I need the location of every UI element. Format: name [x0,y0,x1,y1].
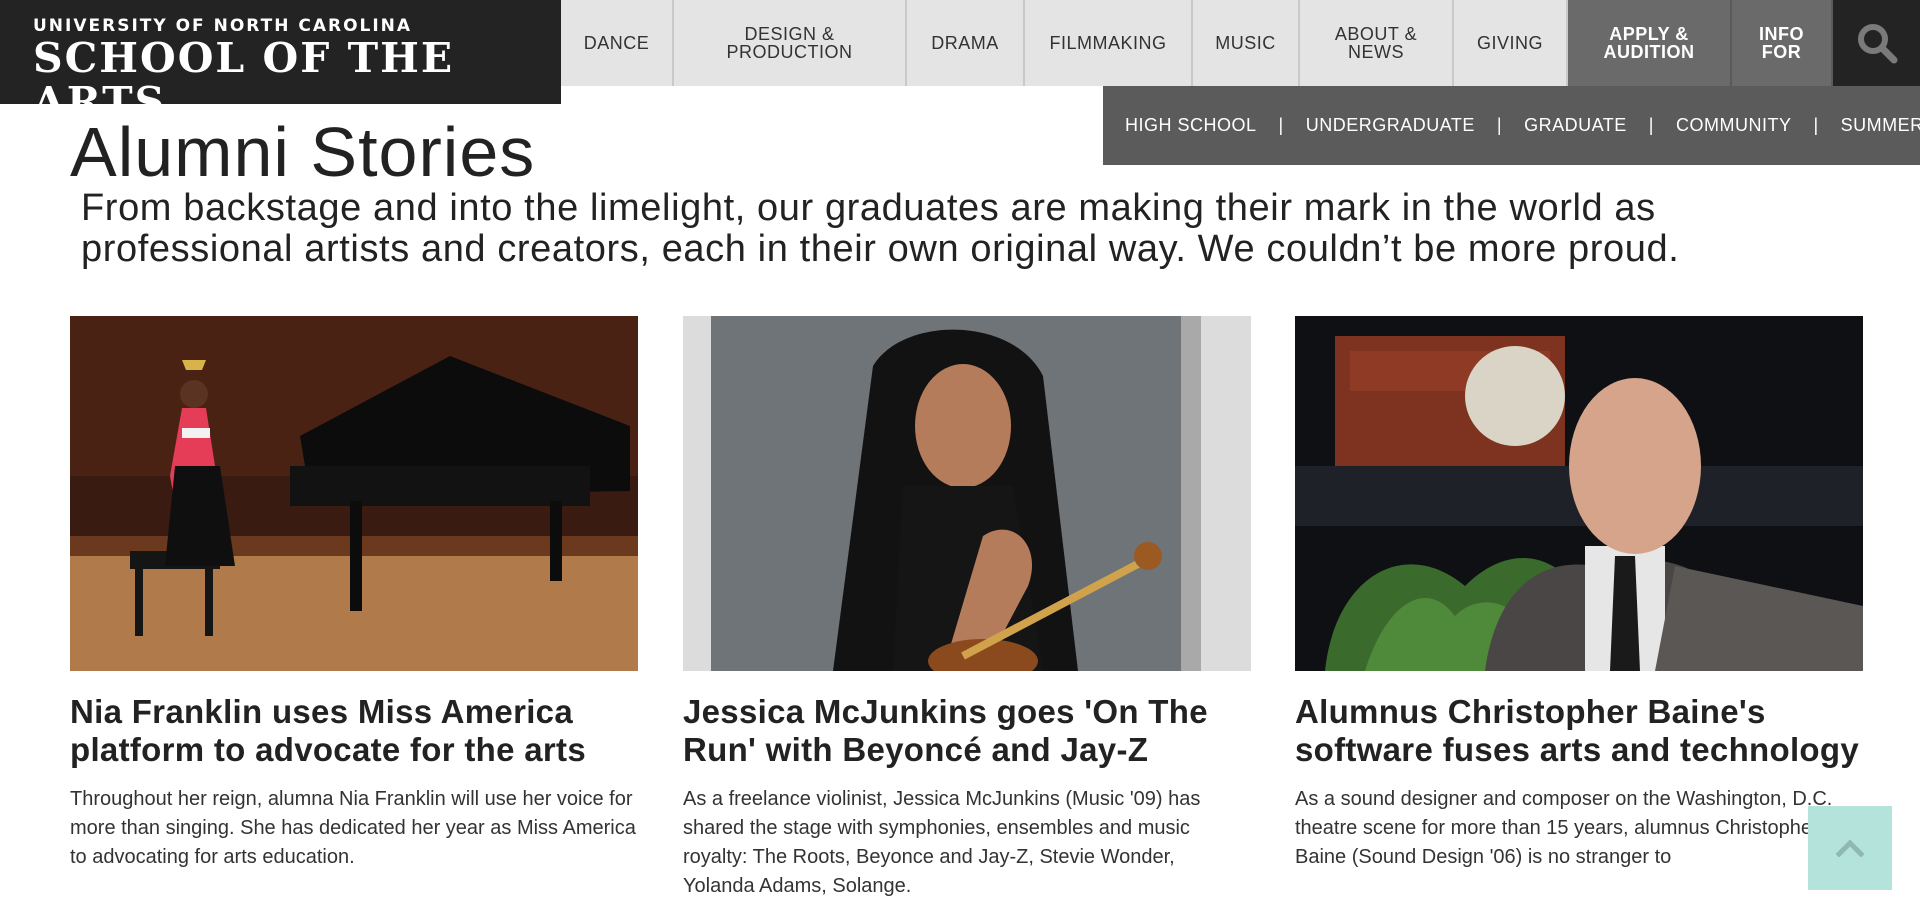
chevron-up-icon [1836,839,1864,857]
story-card[interactable]: Jessica McJunkins goes 'On The Run' with… [683,316,1251,901]
subnav-item-high-school[interactable]: HIGH SCHOOL [1125,115,1257,136]
subnav-item-summer[interactable]: SUMMER [1841,115,1920,136]
main-nav: DANCE DESIGN & PRODUCTION DRAMA FILMMAKI… [561,0,1833,86]
nav-item-dance[interactable]: DANCE [561,0,674,86]
page-title: Alumni Stories [70,113,536,191]
subnav-separator: | [1813,115,1819,135]
subnav-separator: | [1496,115,1503,135]
nav-item-label: FOR [1761,42,1802,62]
search-icon [1857,24,1897,64]
back-to-top-button[interactable] [1808,806,1892,890]
subnav-separator: | [1278,115,1284,135]
nav-item-label: NEWS [1348,42,1404,62]
nav-item-filmmaking[interactable]: FILMMAKING [1025,0,1193,86]
nav-item-label: INFO [1759,24,1804,44]
page-intro: From backstage and into the limelight, o… [81,187,1680,270]
nav-item-label: FILMMAKING [1049,33,1167,53]
nav-item-label: DESIGN & [744,24,835,44]
nav-item-apply-audition[interactable]: APPLY & AUDITION [1568,0,1732,86]
audience-subnav: HIGH SCHOOL | UNDERGRADUATE | GRADUATE |… [1103,86,1920,165]
story-image[interactable] [1295,316,1863,671]
story-title[interactable]: Jessica McJunkins goes 'On The Run' with… [683,693,1251,769]
story-title[interactable]: Nia Franklin uses Miss America platform … [70,693,638,769]
story-summary: As a freelance violinist, Jessica McJunk… [683,788,1201,897]
nav-item-label: PRODUCTION [726,42,853,62]
story-image[interactable] [683,316,1251,671]
nav-item-label: ABOUT & [1334,24,1418,44]
story-card[interactable]: Alumnus Christopher Baine's software fus… [1295,316,1863,872]
story-image[interactable] [70,316,638,671]
subnav-item-undergraduate[interactable]: UNDERGRADUATE [1306,115,1475,136]
subnav-item-community[interactable]: COMMUNITY [1676,115,1792,136]
nav-item-drama[interactable]: DRAMA [907,0,1025,86]
nav-item-music[interactable]: MUSIC [1193,0,1300,86]
nav-item-label: MUSIC [1215,33,1276,53]
nav-item-giving[interactable]: GIVING [1454,0,1568,86]
nav-item-about-news[interactable]: ABOUT & NEWS [1300,0,1454,86]
site-logo[interactable]: UNIVERSITY OF NORTH CAROLINA SCHOOL OF T… [0,0,561,124]
search-button[interactable] [1833,0,1920,86]
story-summary: Throughout her reign, alumna Nia Frankli… [70,788,636,868]
nav-item-label: DRAMA [931,33,999,53]
story-card[interactable]: Nia Franklin uses Miss America platform … [70,316,638,872]
nav-item-label: GIVING [1476,33,1543,53]
subnav-separator: | [1648,115,1654,135]
nav-item-label: DANCE [583,33,650,53]
subnav-item-graduate[interactable]: GRADUATE [1524,115,1627,136]
university-name: UNIVERSITY OF NORTH CAROLINA [33,16,413,36]
story-title[interactable]: Alumnus Christopher Baine's software fus… [1295,693,1863,769]
school-name: SCHOOL OF THE ARTS [33,34,455,126]
nav-item-design-production[interactable]: DESIGN & PRODUCTION [674,0,907,86]
nav-item-info-for[interactable]: INFO FOR [1732,0,1833,86]
story-summary: As a sound designer and composer on the … [1295,788,1833,868]
nav-item-label: APPLY & [1609,24,1689,44]
nav-item-label: AUDITION [1603,42,1695,62]
